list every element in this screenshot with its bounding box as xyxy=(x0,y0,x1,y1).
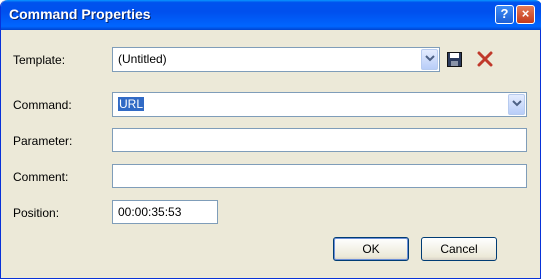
template-label: Template: xyxy=(13,53,66,67)
close-button[interactable]: × xyxy=(516,5,535,24)
floppy-disk-icon[interactable] xyxy=(447,52,462,67)
position-label: Position: xyxy=(13,206,60,220)
command-dropdown[interactable]: URL xyxy=(112,92,527,117)
comment-label: Comment: xyxy=(13,170,69,184)
template-dropdown-value: (Untitled) xyxy=(118,52,167,66)
template-dropdown[interactable]: (Untitled) xyxy=(112,47,440,72)
ok-button[interactable]: OK xyxy=(333,237,409,261)
dialog-title: Command Properties xyxy=(9,6,151,22)
chevron-down-icon xyxy=(425,55,435,62)
command-dropdown-arrow[interactable] xyxy=(508,94,525,115)
parameter-field[interactable] xyxy=(112,128,527,152)
command-properties-dialog: Command Properties ? × Template: (Untitl… xyxy=(0,0,541,279)
cancel-button[interactable]: Cancel xyxy=(421,237,497,261)
comment-field[interactable] xyxy=(112,164,527,188)
title-bar[interactable]: Command Properties ? × xyxy=(1,0,541,30)
command-dropdown-value: URL xyxy=(118,97,145,111)
parameter-label: Parameter: xyxy=(13,134,73,148)
delete-template-icon[interactable] xyxy=(477,51,493,67)
command-label: Command: xyxy=(13,98,72,112)
template-dropdown-arrow[interactable] xyxy=(421,49,438,70)
position-field[interactable]: 00:00:35:53 xyxy=(112,200,218,224)
chevron-down-icon xyxy=(512,100,522,107)
help-button[interactable]: ? xyxy=(495,5,514,24)
